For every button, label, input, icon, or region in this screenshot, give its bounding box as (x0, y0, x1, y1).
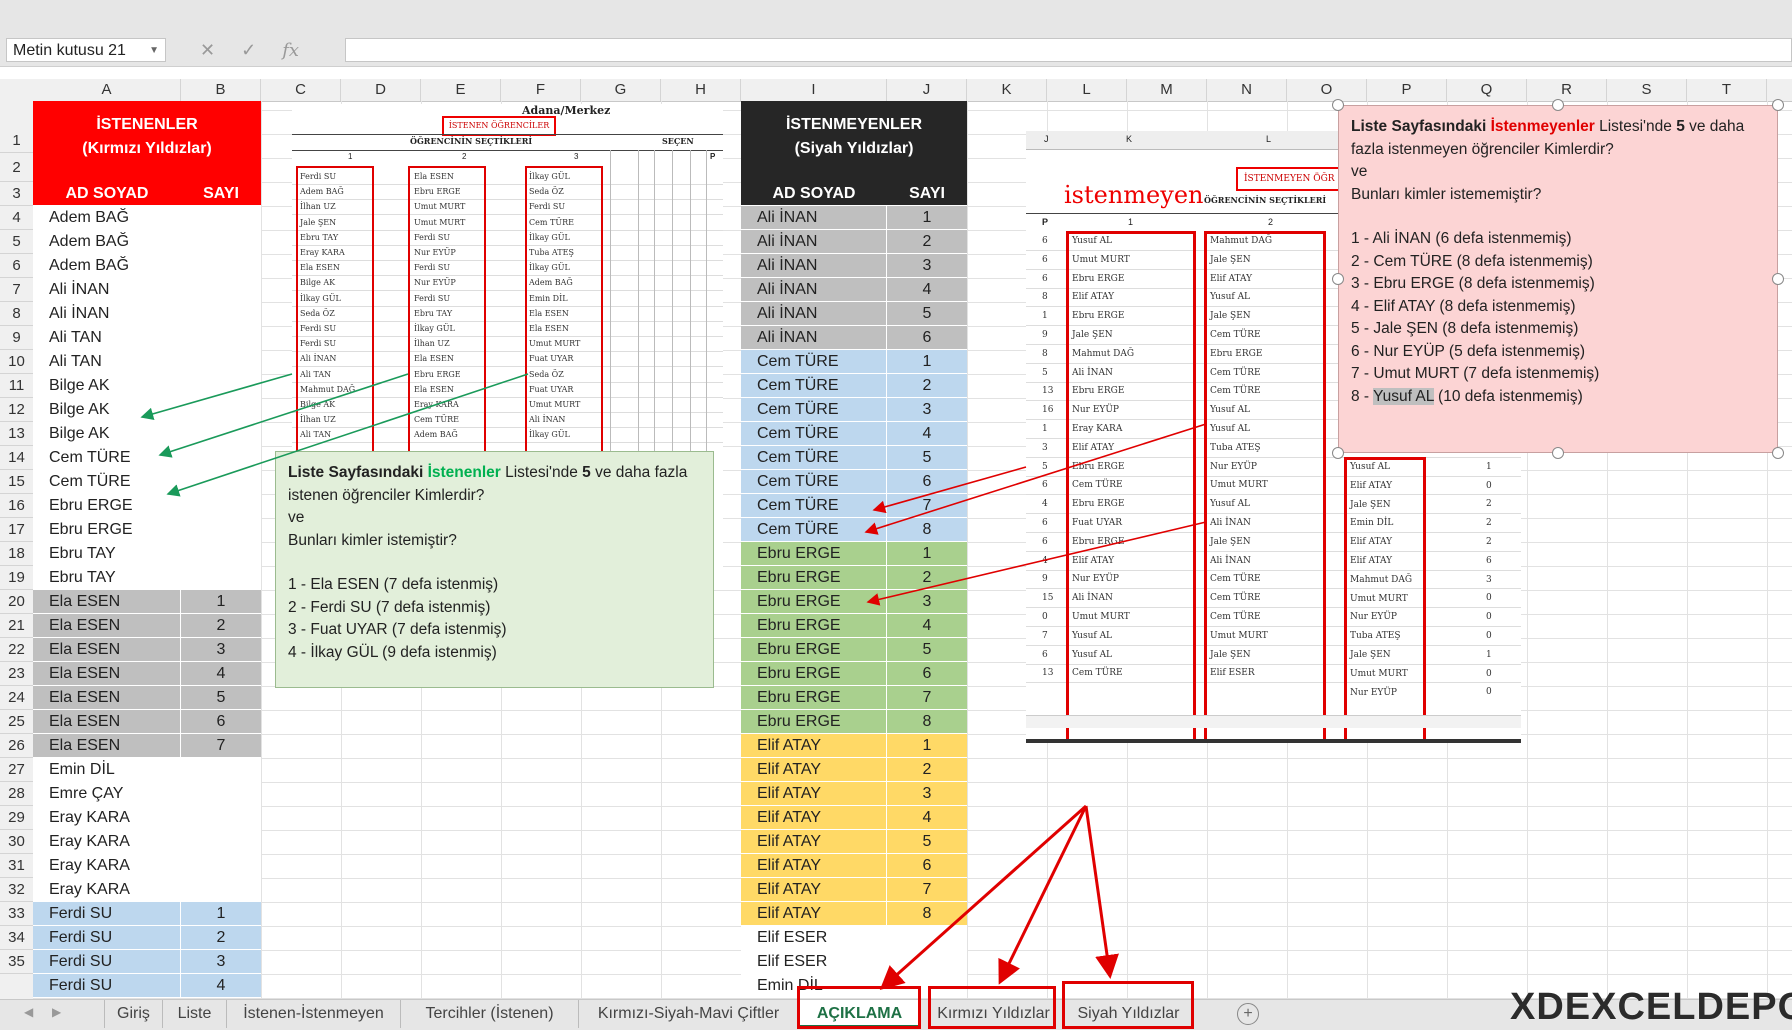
highlight-tab-kirmizi (928, 986, 1056, 1029)
green-arrow-2 (158, 373, 409, 458)
tab-scroll-right-icon[interactable]: ▶ (52, 1005, 61, 1019)
add-sheet-icon[interactable]: + (1237, 1003, 1259, 1025)
tab-arrow-1 (879, 804, 1087, 990)
tab-arrow-2 (998, 805, 1088, 985)
tab-tercihler-i-stenen-[interactable]: Tercihler (İstenen) (400, 1000, 578, 1028)
tab-scroll-left-icon[interactable]: ◀ (24, 1005, 33, 1019)
tab-kırmızı-siyah-mavi-çiftler[interactable]: Kırmızı-Siyah-Mavi Çiftler (578, 1000, 798, 1028)
red-arrow-3 (866, 521, 1207, 606)
tab-i-stenen-i-stenmeyen[interactable]: İstenen-İstenmeyen (226, 1000, 400, 1028)
annotation-arrows (140, 373, 1207, 990)
green-arrow-1 (140, 373, 293, 421)
highlight-tab-aciklama (797, 986, 921, 1029)
highlight-tab-siyah (1062, 981, 1194, 1029)
tab-arrow-3 (1084, 805, 1119, 979)
tab-giriş[interactable]: Giriş (104, 1000, 162, 1028)
brand-logo: XDEXCELDEPO (1510, 986, 1792, 1028)
tab-liste[interactable]: Liste (162, 1000, 226, 1028)
red-arrow-2 (864, 423, 1207, 535)
